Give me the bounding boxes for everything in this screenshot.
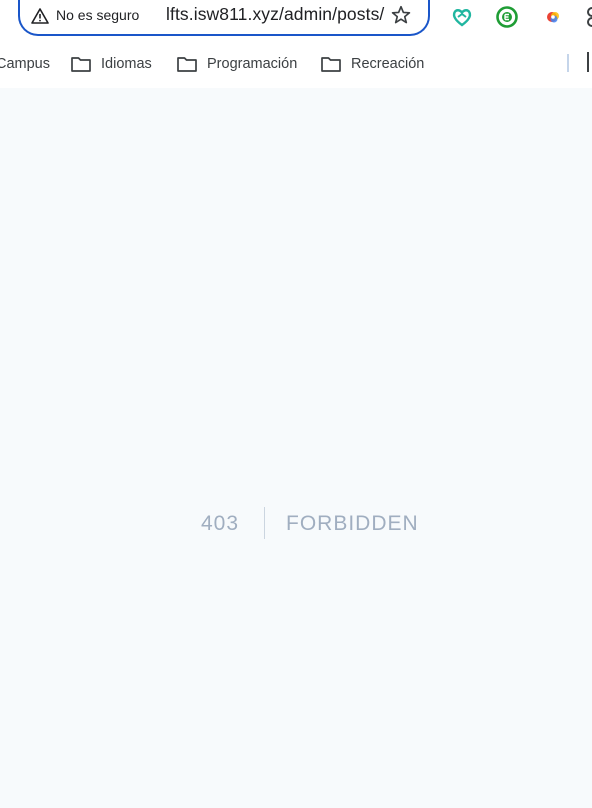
bookmark-folder-recreacion[interactable]: Recreación <box>320 53 424 75</box>
error-divider <box>264 507 265 539</box>
page-content: 403 FORBIDDEN <box>0 88 592 808</box>
bookmark-label: Programación <box>207 56 298 72</box>
address-bar[interactable]: No es seguro lfts.isw811.xyz/admin/posts… <box>18 0 430 36</box>
extension-partial-icon[interactable] <box>584 5 592 29</box>
bookmark-overflow-edge[interactable] <box>587 52 592 72</box>
bookmark-label: Recreación <box>351 56 425 72</box>
bookmarks-separator <box>567 54 569 72</box>
bookmark-label: Campus <box>0 56 50 72</box>
warning-icon[interactable] <box>31 7 49 25</box>
folder-icon <box>321 57 341 72</box>
error-message-block: 403 FORBIDDEN <box>0 506 592 540</box>
security-status-label[interactable]: No es seguro <box>56 7 139 23</box>
bookmark-folder-idiomas[interactable]: Idiomas <box>70 53 152 75</box>
extension-recycle-icon[interactable] <box>495 5 519 29</box>
folder-icon <box>71 57 91 72</box>
folder-icon <box>177 57 197 72</box>
bookmark-folder-programacion[interactable]: Programación <box>176 53 297 75</box>
bookmark-campus[interactable]: Campus <box>0 53 50 75</box>
address-bar-inner: No es seguro lfts.isw811.xyz/admin/posts… <box>20 0 428 34</box>
bookmark-star-icon[interactable] <box>390 4 412 26</box>
error-code: 403 <box>201 512 240 535</box>
bookmarks-bar: Campus Idiomas Programación Recreación <box>0 48 592 78</box>
extension-heart-icon[interactable] <box>450 5 474 29</box>
bookmark-label: Idiomas <box>101 56 152 72</box>
url-input[interactable]: lfts.isw811.xyz/admin/posts/ <box>166 4 384 25</box>
extension-colorful-icon[interactable] <box>542 5 566 29</box>
browser-toolbar: No es seguro lfts.isw811.xyz/admin/posts… <box>0 0 592 88</box>
error-text: FORBIDDEN <box>286 512 419 535</box>
